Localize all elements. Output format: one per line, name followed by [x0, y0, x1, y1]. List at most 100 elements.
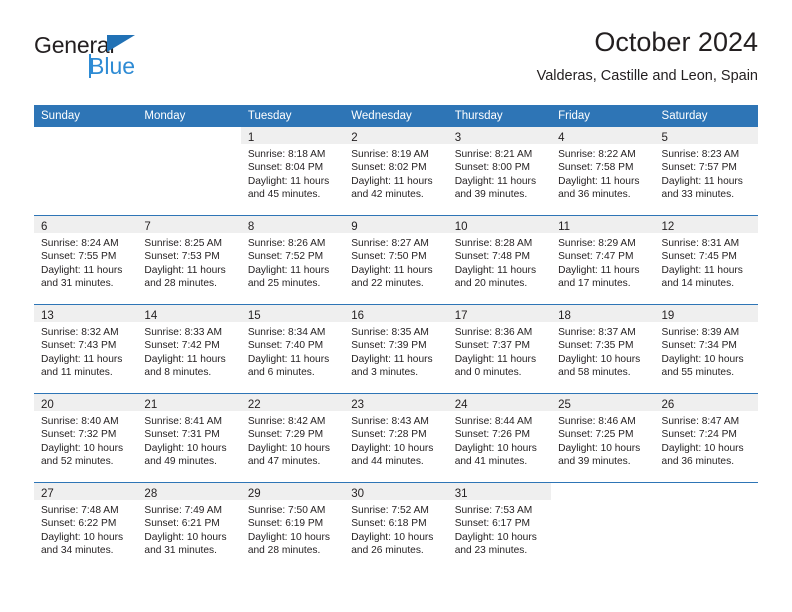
day-number: 2: [351, 132, 358, 144]
calendar-day-cell[interactable]: 8 Sunrise: 8:26 AM Sunset: 7:52 PM Daylight…: [240, 215, 345, 305]
calendar-day-cell[interactable]: 9 Sunrise: 8:27 AM Sunset: 7:50 PM Daylight…: [344, 215, 448, 305]
day-detail-line: Sunrise: 8:19 AM: [351, 149, 429, 160]
calendar-day-cell[interactable]: 4 Sunrise: 8:22 AM Sunset: 7:58 PM Daylight…: [551, 127, 655, 216]
day-detail-line: and 0 minutes.: [454, 366, 522, 378]
calendar-day-cell[interactable]: 11 Sunrise: 8:29 AM Sunset: 7:47 PM Dayligh…: [551, 215, 655, 305]
weekday-header-wednesday: Wednesday: [344, 105, 448, 127]
calendar-day-cell[interactable]: 1 Sunrise: 8:18 AM Sunset: 8:04 PM Daylight…: [240, 127, 345, 216]
calendar-day-cell[interactable]: 28 Sunrise: 7:49 AM Sunset: 6:21 PM Dayligh…: [137, 482, 241, 571]
calendar-week-row: 6 Sunrise: 8:24 AM Sunset: 7:55 PM Daylight…: [34, 215, 758, 305]
day-number: 16: [351, 310, 365, 322]
day-detail-line: and 23 minutes.: [454, 544, 528, 556]
day-number: 19: [661, 310, 675, 322]
calendar-day-cell[interactable]: 12 Sunrise: 8:31 AM Sunset: 7:45 PM Dayligh…: [654, 215, 758, 305]
day-detail-text: Sunrise: 8:28 AM Sunset: 7:48 PM Daylight:…: [448, 233, 551, 290]
day-number-band: 15: [240, 305, 345, 322]
day-detail-text: [551, 500, 654, 504]
day-detail-text: Sunrise: 7:50 AM Sunset: 6:19 PM Daylight:…: [241, 500, 344, 557]
day-number: 21: [144, 399, 158, 411]
day-detail-line: Daylight: 11 hours: [41, 264, 123, 276]
calendar-empty-cell: [34, 127, 138, 216]
day-detail-line: Sunset: 7:32 PM: [41, 429, 117, 441]
day-detail-text: Sunrise: 7:49 AM Sunset: 6:21 PM Daylight:…: [137, 500, 240, 557]
day-detail-text: Sunrise: 8:21 AM Sunset: 8:00 PM Daylight:…: [448, 144, 551, 201]
day-detail-line: Sunrise: 8:24 AM: [41, 238, 119, 249]
day-detail-line: Sunset: 6:22 PM: [41, 518, 117, 530]
calendar-day-cell[interactable]: 7 Sunrise: 8:25 AM Sunset: 7:53 PM Daylight…: [137, 215, 241, 305]
day-number-band: [137, 127, 241, 144]
day-detail-line: Sunset: 7:48 PM: [454, 251, 531, 263]
day-detail-text: Sunrise: 8:46 AM Sunset: 7:25 PM Daylight:…: [551, 411, 654, 468]
day-detail-line: Daylight: 11 hours: [454, 353, 537, 365]
calendar-empty-cell: [137, 127, 241, 216]
calendar-day-cell[interactable]: 23 Sunrise: 8:43 AM Sunset: 7:28 PM Dayligh…: [344, 393, 448, 483]
day-number-band: 17: [447, 305, 552, 322]
day-detail-text: Sunrise: 8:37 AM Sunset: 7:35 PM Daylight:…: [551, 322, 654, 379]
weekday-header-saturday: Saturday: [654, 105, 758, 127]
day-number-band: 2: [344, 127, 448, 144]
calendar-day-cell[interactable]: 27 Sunrise: 7:48 AM Sunset: 6:22 PM Dayligh…: [34, 482, 138, 571]
day-number-band: 18: [551, 305, 655, 322]
calendar-day-cell[interactable]: 19 Sunrise: 8:39 AM Sunset: 7:34 PM Dayligh…: [654, 304, 758, 394]
day-detail-line: Sunset: 8:00 PM: [454, 162, 531, 174]
day-detail-line: Daylight: 10 hours: [351, 531, 434, 543]
calendar-day-cell[interactable]: 29 Sunrise: 7:50 AM Sunset: 6:19 PM Dayligh…: [240, 482, 345, 571]
day-detail-line: and 17 minutes.: [558, 277, 631, 289]
day-detail-line: Sunset: 7:28 PM: [351, 429, 427, 441]
calendar-day-cell[interactable]: 3 Sunrise: 8:21 AM Sunset: 8:00 PM Daylight…: [447, 127, 552, 216]
day-detail-line: and 28 minutes.: [144, 277, 217, 289]
day-detail-line: and 41 minutes.: [454, 455, 528, 467]
calendar-day-cell[interactable]: 15 Sunrise: 8:34 AM Sunset: 7:40 PM Dayligh…: [240, 304, 345, 394]
day-detail-text: Sunrise: 8:26 AM Sunset: 7:52 PM Daylight:…: [241, 233, 344, 290]
calendar-day-cell[interactable]: 5 Sunrise: 8:23 AM Sunset: 7:57 PM Daylight…: [654, 127, 758, 216]
calendar-day-cell[interactable]: 18 Sunrise: 8:37 AM Sunset: 7:35 PM Dayligh…: [551, 304, 655, 394]
day-detail-text: [137, 144, 240, 148]
day-detail-line: Sunset: 7:52 PM: [247, 251, 324, 263]
day-detail-text: Sunrise: 8:29 AM Sunset: 7:47 PM Daylight:…: [551, 233, 654, 290]
calendar-day-cell[interactable]: 2 Sunrise: 8:19 AM Sunset: 8:02 PM Daylight…: [344, 127, 448, 216]
day-detail-line: and 31 minutes.: [41, 277, 114, 289]
day-number: 8: [247, 221, 255, 233]
day-detail-line: Sunrise: 8:43 AM: [351, 416, 429, 427]
day-detail-text: Sunrise: 7:48 AM Sunset: 6:22 PM Daylight:…: [34, 500, 137, 557]
calendar-day-cell[interactable]: 6 Sunrise: 8:24 AM Sunset: 7:55 PM Daylight…: [34, 215, 138, 305]
day-detail-line: Sunrise: 8:32 AM: [41, 327, 119, 338]
day-number: 12: [661, 221, 675, 233]
calendar-day-cell[interactable]: 31 Sunrise: 7:53 AM Sunset: 6:17 PM Dayligh…: [447, 482, 552, 571]
calendar-day-cell[interactable]: 13 Sunrise: 8:32 AM Sunset: 7:43 PM Dayligh…: [34, 304, 138, 394]
day-detail-text: Sunrise: 8:33 AM Sunset: 7:42 PM Daylight:…: [137, 322, 240, 379]
day-detail-line: and 8 minutes.: [144, 366, 212, 378]
calendar-day-cell[interactable]: 10 Sunrise: 8:28 AM Sunset: 7:48 PM Dayligh…: [447, 215, 552, 305]
calendar-day-cell[interactable]: 22 Sunrise: 8:42 AM Sunset: 7:29 PM Dayligh…: [240, 393, 345, 483]
calendar-day-cell[interactable]: 17 Sunrise: 8:36 AM Sunset: 7:37 PM Dayligh…: [447, 304, 552, 394]
day-detail-line: Sunrise: 8:40 AM: [41, 416, 119, 427]
day-number: 26: [661, 399, 675, 411]
day-detail-line: and 22 minutes.: [351, 277, 424, 289]
calendar-day-cell[interactable]: 26 Sunrise: 8:47 AM Sunset: 7:24 PM Dayligh…: [654, 393, 758, 483]
title-block: October 2024 Valderas, Castille and Leon…: [537, 26, 758, 86]
day-detail-line: Sunrise: 8:39 AM: [661, 327, 740, 338]
day-detail-text: Sunrise: 8:19 AM Sunset: 8:02 PM Daylight:…: [344, 144, 447, 201]
day-number-band: [551, 483, 655, 500]
day-number: 6: [41, 221, 48, 233]
calendar-day-cell[interactable]: 24 Sunrise: 8:44 AM Sunset: 7:26 PM Dayligh…: [447, 393, 552, 483]
day-detail-line: and 3 minutes.: [351, 366, 419, 378]
day-detail-line: Sunset: 7:39 PM: [351, 340, 427, 352]
day-detail-line: Daylight: 11 hours: [351, 175, 433, 187]
location-subtitle: Valderas, Castille and Leon, Spain: [536, 68, 758, 84]
day-detail-line: and 39 minutes.: [454, 188, 528, 200]
day-number-band: 27: [34, 483, 138, 500]
day-number-band: 21: [137, 394, 241, 411]
day-detail-line: Sunset: 7:53 PM: [144, 251, 220, 263]
day-detail-line: and 6 minutes.: [247, 366, 315, 378]
calendar-day-cell[interactable]: 14 Sunrise: 8:33 AM Sunset: 7:42 PM Dayligh…: [137, 304, 241, 394]
calendar-day-cell[interactable]: 30 Sunrise: 7:52 AM Sunset: 6:18 PM Dayligh…: [344, 482, 448, 571]
calendar-day-cell[interactable]: 16 Sunrise: 8:35 AM Sunset: 7:39 PM Dayligh…: [344, 304, 448, 394]
calendar-day-cell[interactable]: 20 Sunrise: 8:40 AM Sunset: 7:32 PM Dayligh…: [34, 393, 138, 483]
day-number-band: 24: [447, 394, 552, 411]
day-number-band: 25: [551, 394, 655, 411]
calendar-day-cell[interactable]: 21 Sunrise: 8:41 AM Sunset: 7:31 PM Dayligh…: [137, 393, 241, 483]
day-detail-line: Sunset: 7:45 PM: [661, 251, 737, 263]
calendar-day-cell[interactable]: 25 Sunrise: 8:46 AM Sunset: 7:25 PM Dayligh…: [551, 393, 655, 483]
calendar-body: 1 Sunrise: 8:18 AM Sunset: 8:04 PM Daylight…: [34, 127, 758, 571]
